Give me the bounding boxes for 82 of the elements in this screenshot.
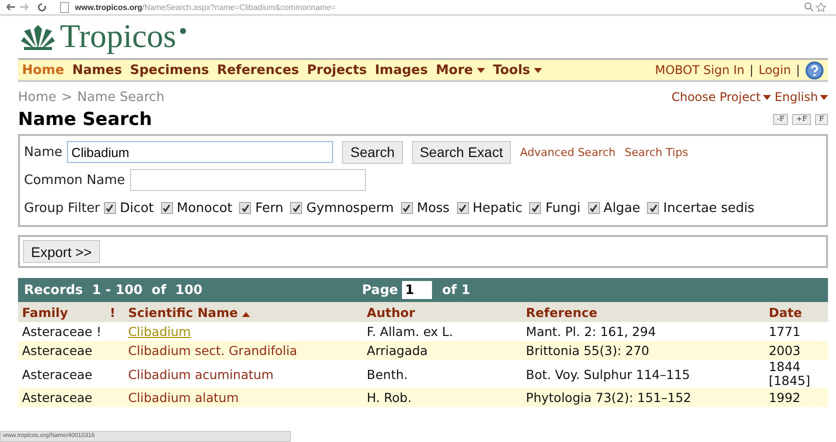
checkbox[interactable] [456,202,469,214]
field-label: Group Filter [24,200,100,216]
column-header[interactable]: Scientific Name [124,302,363,322]
date-text: 1771 [768,324,802,338]
field-label: Common Name [24,172,126,188]
table-cell: Asteraceae [18,341,124,360]
date-text: [1845] [768,374,812,388]
table-cell: Bot. Voy. Sulphur 114–115 [522,360,765,388]
caret-icon [820,94,828,100]
page-title: Name Search [18,108,152,130]
table-cell: Phytologia 73(2): 151–152 [522,388,765,407]
nav-link[interactable]: Specimens [130,62,209,78]
checkbox[interactable] [104,202,116,214]
site-logo-text[interactable]: Tropicos [60,20,176,54]
checkbox[interactable] [160,202,173,214]
date-text: 1992 [768,390,802,404]
search-exact-button[interactable]: Search Exact [412,140,511,164]
common-name-input-field[interactable] [130,169,366,191]
checkbox[interactable] [239,202,252,214]
date-text: 1844 [768,360,802,374]
table-cell: Brittonia 55(3): 270 [522,341,765,360]
breadcrumb-current: Name Search [77,90,164,104]
date-text: 2003 [768,344,802,358]
column-header[interactable]: ! [106,302,124,322]
nav-link[interactable]: Tools [492,62,542,78]
checkbox[interactable] [529,202,542,214]
checkbox-label: Dicot [120,200,154,216]
field-label: Name [24,144,62,160]
nav-link[interactable]: Images [374,62,428,78]
page-label: Page [362,282,398,298]
checkbox-label: Monocot [176,200,232,216]
column-header[interactable]: Author [362,302,522,322]
table-cell: Asteraceae [18,360,124,388]
checkbox-label: Algae [604,200,640,216]
records-count: Records 1 - 100 of 100 [24,282,204,298]
palm-leaf-logo-icon[interactable] [20,23,56,51]
caret-icon [762,94,771,100]
sign-in-link[interactable]: MOBOT Sign In [654,63,745,77]
checkbox-label: Hepatic [472,200,522,216]
nav-link[interactable]: References [216,62,300,78]
separator-text: | [750,63,754,77]
checkbox[interactable] [290,202,302,214]
export-button[interactable]: Export >> [23,240,100,263]
separator-text: | [796,63,800,77]
search-button[interactable]: Search [342,140,403,164]
checkbox-label: Fungi [545,200,581,216]
table-cell: Arriagada [362,341,522,360]
checkbox-label: Gymnosperm [306,200,394,216]
registered-dot-icon [180,28,186,34]
table-cell: H. Rob. [362,388,522,407]
checkbox[interactable] [400,202,413,214]
breadcrumb-link[interactable]: Home [18,90,56,104]
column-header[interactable]: Family [18,302,106,322]
checkbox-label: Fern [255,200,284,216]
nav-link[interactable]: Projects [307,62,367,78]
name-link[interactable]: Clibadium acuminatum [128,366,274,382]
sort-up-icon [242,312,250,316]
dropdown-link[interactable]: Choose Project [671,90,771,104]
search-link[interactable]: Search Tips [624,146,688,158]
checkbox-label: Incertae sedis [663,200,754,216]
table-cell: Benth. [362,360,522,388]
page-count: of 1 [442,282,470,298]
table-cell: Asteraceae [18,388,124,407]
table-cell: F. Allam. ex L. [362,322,522,341]
table-cell: Mant. Pl. 2: 161, 294 [522,322,765,341]
help-icon[interactable] [805,60,824,80]
breadcrumb-separator: > [61,90,72,104]
table-cell: Asteraceae ! [18,322,124,341]
page-input-field[interactable]: 1 [402,281,432,299]
column-header[interactable]: Date [764,302,828,322]
column-header[interactable]: Reference [522,302,765,322]
page-icon [60,2,69,12]
login-link[interactable]: Login [758,63,791,77]
dropdown-link[interactable]: English [774,90,828,104]
address-bar[interactable]: www.tropicos.org/NameSearch.aspx?name=Clibadium&commonname= [75,2,336,12]
nav-link[interactable]: Names [72,62,122,78]
checkbox[interactable] [647,202,660,214]
checkbox-label: Moss [416,200,450,216]
name-input-field[interactable]: Clibadium [67,141,334,163]
nav-link[interactable]: More [436,62,485,78]
checkbox[interactable] [588,202,600,214]
search-link[interactable]: Advanced Search [520,146,616,158]
